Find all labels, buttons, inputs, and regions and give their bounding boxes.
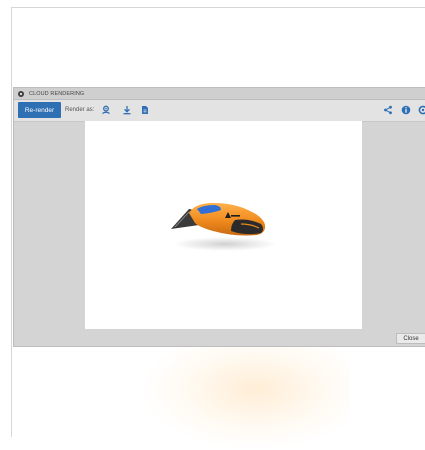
- close-button[interactable]: Close: [396, 333, 425, 344]
- toolbar: Re-render Render as:: [14, 100, 425, 122]
- info-icon[interactable]: [400, 104, 412, 116]
- close-dialog-icon[interactable]: [18, 90, 24, 97]
- utility-knife-image: [171, 203, 277, 251]
- cloud-rendering-dialog: CLOUD RENDERING Re-render Render as: Clo…: [13, 87, 425, 347]
- share-icon[interactable]: [382, 104, 394, 116]
- rerender-button[interactable]: Re-render: [18, 102, 61, 118]
- render-preview-canvas: [85, 121, 362, 329]
- download-icon[interactable]: [121, 104, 133, 116]
- document-icon[interactable]: [139, 104, 151, 116]
- dialog-titlebar: CLOUD RENDERING: [14, 88, 425, 100]
- render-as-label: Render as:: [65, 107, 95, 113]
- settings-icon[interactable]: [417, 104, 425, 116]
- render-icon[interactable]: [100, 104, 112, 116]
- dialog-title: CLOUD RENDERING: [29, 90, 85, 97]
- background-glow: [140, 340, 350, 450]
